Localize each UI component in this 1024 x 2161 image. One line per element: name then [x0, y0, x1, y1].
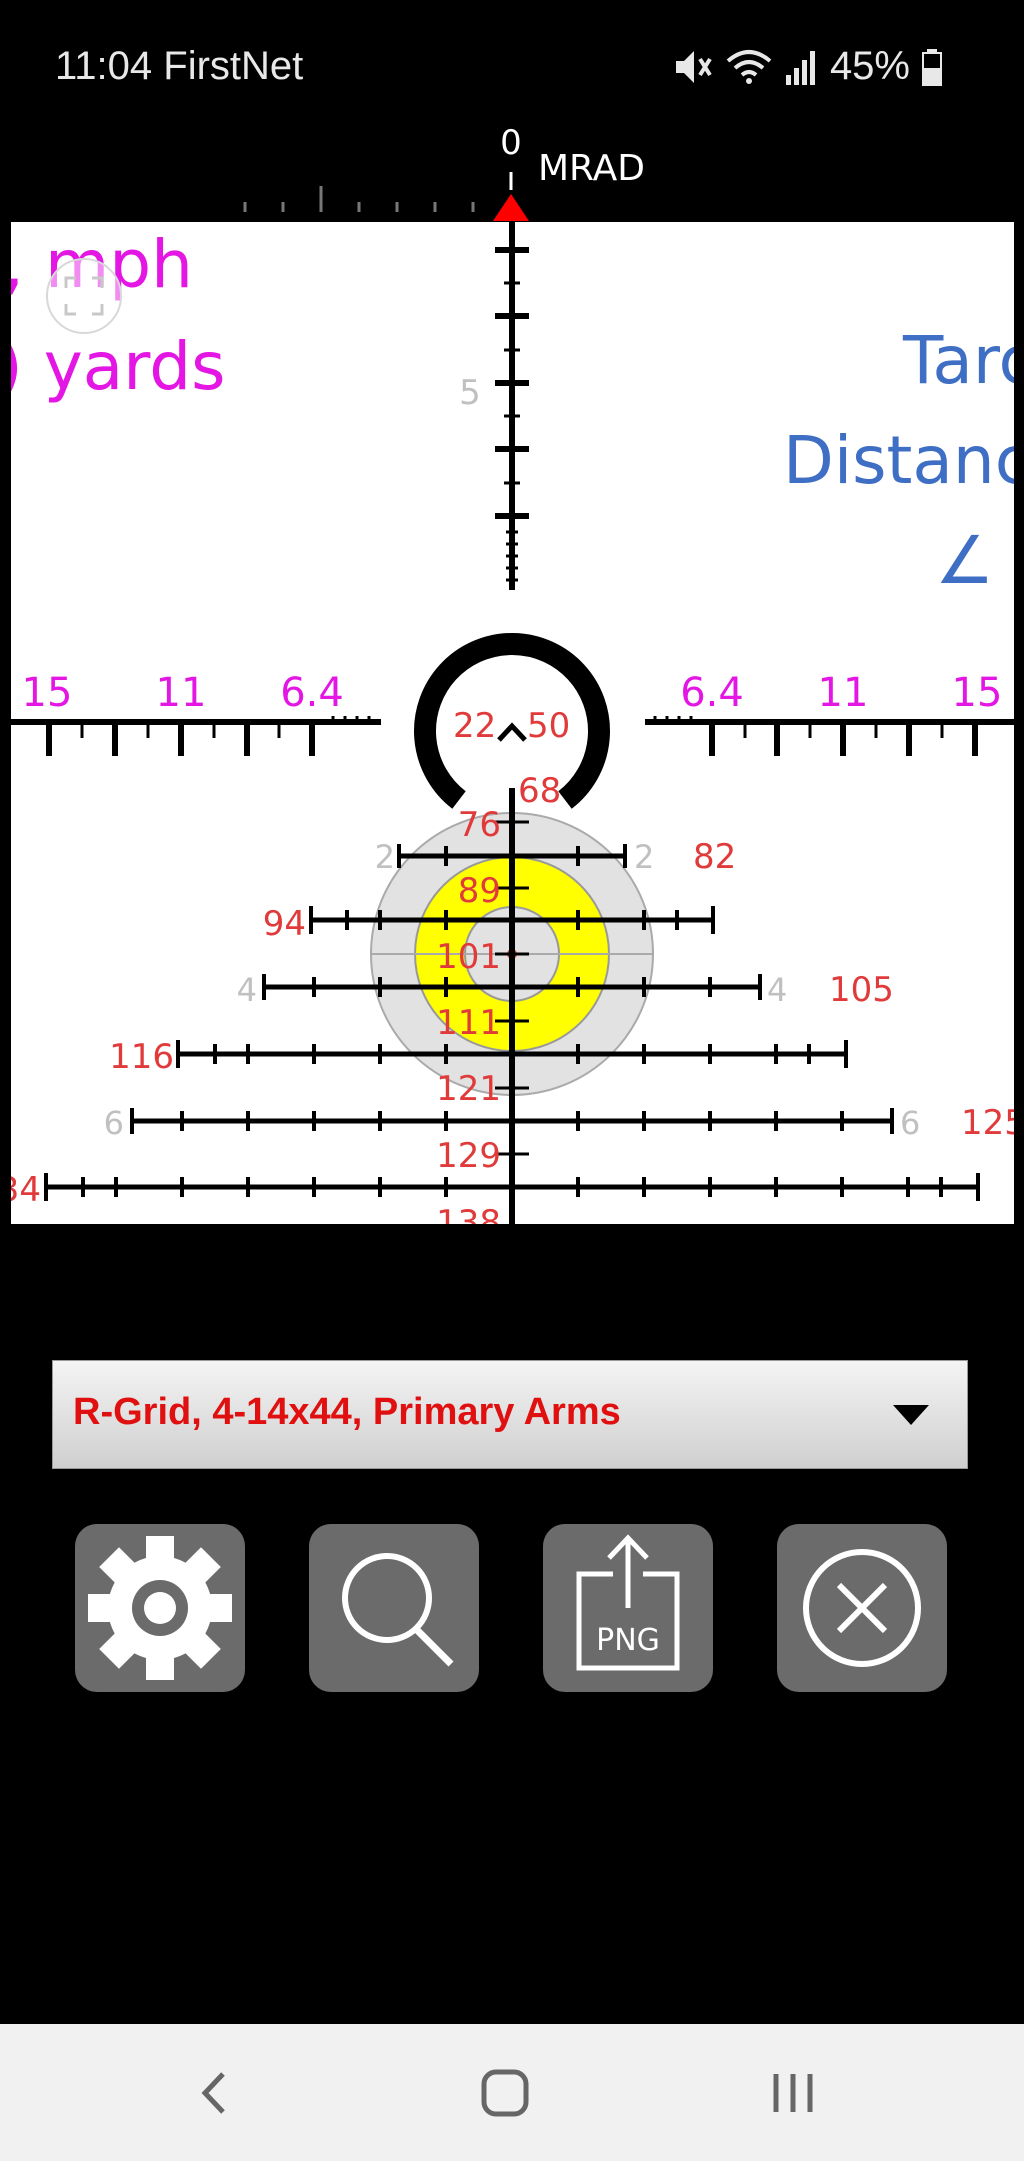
scale-ruler: 0 MRAD — [243, 123, 645, 221]
drop-label-125: 125 — [961, 1103, 1014, 1143]
drop-label-68: 68 — [518, 771, 561, 811]
clock: 11:04 — [55, 44, 153, 88]
drop-label-111: 111 — [436, 1003, 501, 1043]
mil-label-4-right: 4 — [767, 971, 787, 1009]
wind-label-right-1: 6.4 — [680, 670, 744, 716]
status-bar: 11:04 FirstNet 45% — [0, 0, 1024, 130]
close-icon — [803, 1549, 921, 1667]
reticle-select-value: R-Grid, 4-14x44, Primary Arms — [73, 1391, 621, 1433]
distance-label: Distanc — [783, 422, 1014, 499]
drop-label-105: 105 — [829, 970, 894, 1010]
dropdown-arrow-icon — [893, 1405, 929, 1425]
fullscreen-icon[interactable] — [44, 256, 124, 336]
vertical-tick-label: 5 — [459, 373, 481, 413]
status-time: 11:04 FirstNet — [55, 44, 303, 89]
drop-label-50: 50 — [527, 706, 570, 746]
center-marker-icon — [493, 194, 529, 221]
png-label: PNG — [596, 1623, 660, 1658]
wind-label-left-1: 15 — [22, 670, 73, 716]
signal-icon — [785, 50, 815, 85]
drop-label-76: 76 — [458, 805, 501, 845]
battery-icon — [922, 48, 942, 86]
wind-label-right-2: 11 — [818, 670, 869, 716]
drop-label-121: 121 — [436, 1069, 501, 1109]
mil-label-2-left: 2 — [375, 838, 395, 876]
wind-label-left-2: 11 — [156, 670, 207, 716]
scale-unit: MRAD — [538, 148, 645, 189]
settings-button[interactable] — [75, 1524, 245, 1692]
home-icon[interactable] — [480, 2068, 530, 2118]
drop-label-138: 138 — [436, 1203, 501, 1224]
reticle-select[interactable]: R-Grid, 4-14x44, Primary Arms — [52, 1360, 968, 1469]
back-icon[interactable] — [195, 2068, 235, 2118]
angle-label: ∠ ( — [935, 522, 1014, 599]
gear-icon — [88, 1536, 232, 1680]
wind-label-right-3: 15 — [952, 670, 1003, 716]
scale-zero: 0 — [500, 123, 522, 163]
drop-label-116: 116 — [109, 1037, 174, 1077]
windage-scale: 0 MRAD — [0, 120, 1024, 225]
mil-label-4-left: 4 — [237, 971, 257, 1009]
recents-icon[interactable] — [768, 2068, 818, 2118]
export-png-button[interactable]: PNG — [543, 1524, 713, 1692]
close-button[interactable] — [777, 1524, 947, 1692]
horseshoe — [414, 633, 610, 809]
mil-label-6-left: 6 — [104, 1104, 124, 1142]
status-icons: 45% — [670, 44, 944, 89]
range-label: ) yards — [11, 328, 226, 405]
mil-label-2-right: 2 — [634, 838, 654, 876]
wind-label-left-3: 6.4 — [280, 670, 344, 716]
drop-label-94: 94 — [263, 904, 306, 944]
carrier: FirstNet — [163, 44, 304, 88]
drop-label-134: 134 — [11, 1170, 41, 1210]
system-nav-bar — [0, 2024, 1024, 2161]
wifi-icon — [726, 49, 772, 84]
drop-label-129: 129 — [436, 1136, 501, 1176]
target-label: Tarc — [903, 322, 1014, 399]
drop-label-82: 82 — [693, 837, 736, 877]
drop-label-101: 101 — [436, 937, 501, 977]
battery-percent: 45% — [829, 44, 910, 88]
mil-label-6-right: 6 — [900, 1104, 920, 1142]
reticle-view[interactable]: 15 11 6.4 6.4 11 15 5 22 50 68 76 82 89 … — [11, 222, 1014, 1224]
zoom-button[interactable] — [309, 1524, 479, 1692]
chevron-aim-point — [497, 722, 527, 742]
drop-label-22: 22 — [453, 706, 496, 746]
drop-label-89: 89 — [458, 871, 501, 911]
share-icon: PNG — [576, 1534, 680, 1671]
search-icon — [342, 1553, 454, 1667]
mute-icon — [675, 50, 712, 83]
